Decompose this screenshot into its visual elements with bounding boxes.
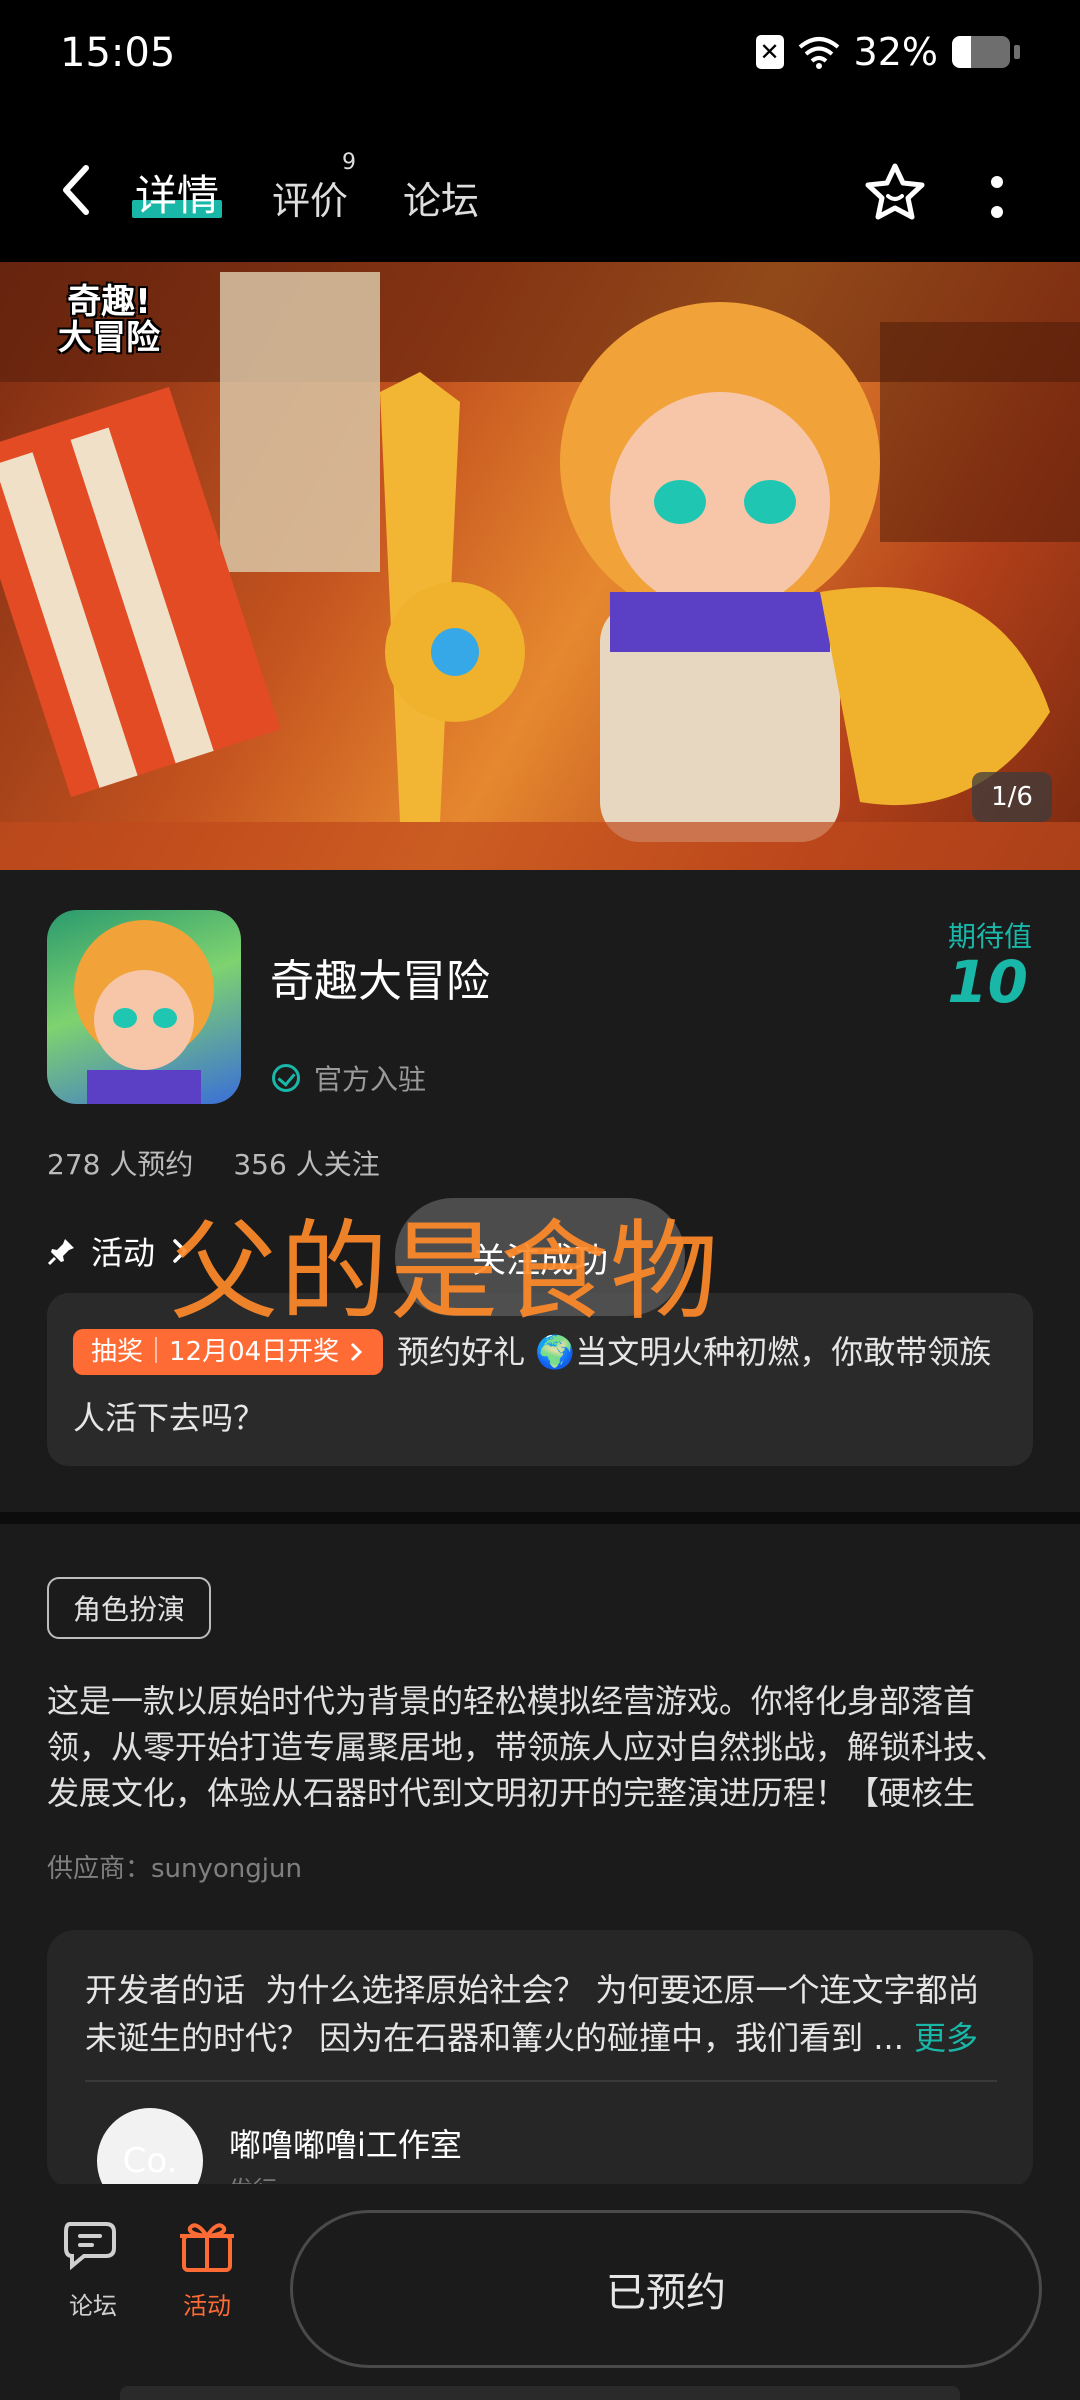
wifi-icon <box>798 37 839 69</box>
developer-card[interactable]: 开发者的话 为什么选择原始社会？ 为何要还原一个连文字都尚未诞生的时代？ 因为在… <box>47 1930 1033 2190</box>
battery-cap <box>1014 45 1020 59</box>
official-badge: 官方入驻 <box>272 1058 426 1098</box>
verified-check-icon <box>272 1064 300 1092</box>
bottom-nav-activity[interactable]: 活动 <box>172 2218 242 2321</box>
developer-name[interactable]: 嘟噜嘟噜i工作室 <box>229 2120 462 2166</box>
developer-divider <box>85 2080 997 2082</box>
tab-review[interactable]: 评价 <box>272 170 348 225</box>
banner-pager: 1/6 <box>972 772 1052 822</box>
game-logo: 奇趣!大冒险 <box>58 282 160 358</box>
game-icon-art <box>74 920 214 1104</box>
forum-label: 论坛 <box>69 2292 117 2320</box>
developer-avatar[interactable]: Co. <box>97 2108 203 2190</box>
sim-off-icon: ✕ <box>755 35 784 69</box>
bottom-nav-forum[interactable]: 论坛 <box>58 2218 128 2321</box>
tab-forum[interactable]: 论坛 <box>403 170 479 225</box>
activity-header-label: 活动 <box>91 1234 156 1272</box>
back-arrow-icon[interactable] <box>52 160 102 220</box>
forum-chat-icon <box>64 2222 116 2271</box>
overlay-caption: 父的是食物 <box>170 1210 721 1335</box>
battery-percent: 32% <box>853 30 938 74</box>
battery-icon <box>952 36 1010 68</box>
gift-icon <box>180 2223 234 2272</box>
review-count-badge: 9 <box>342 150 356 175</box>
tab-detail[interactable]: 详情 <box>135 162 219 223</box>
more-options-icon[interactable] <box>985 168 1009 228</box>
follower-count: 356 人关注 <box>233 1148 380 1181</box>
more-link[interactable]: 更多 <box>914 2019 978 2057</box>
developer-message: 开发者的话 为什么选择原始社会？ 为何要还原一个连文字都尚未诞生的时代？ 因为在… <box>85 1966 997 2062</box>
reserved-button[interactable]: 已预约 <box>290 2210 1042 2368</box>
game-stats: 278 人预约 356 人关注 <box>47 1143 380 1183</box>
section-divider <box>0 1512 1080 1524</box>
genre-tag[interactable]: 角色扮演 <box>47 1577 212 1639</box>
pin-icon <box>47 1239 74 1266</box>
supplier-info: 供应商：sunyongjun <box>47 1854 302 1884</box>
activity-label: 活动 <box>183 2292 231 2320</box>
developer-heading: 开发者的话 <box>85 1971 246 2009</box>
tag-chevron-icon <box>351 1342 363 1362</box>
favorite-star-icon[interactable] <box>862 160 928 226</box>
game-description[interactable]: 这是一款以原始时代为背景的轻松模拟经营游戏。你将化身部落首领，从零开始打造专属聚… <box>47 1678 1037 1816</box>
expect-value: 10 <box>947 948 1028 1016</box>
official-label: 官方入驻 <box>314 1063 427 1096</box>
game-title: 奇趣大冒险 <box>270 956 490 1007</box>
reservation-count: 278 人预约 <box>47 1148 194 1181</box>
status-icons: ✕ 32% <box>755 30 1020 74</box>
home-indicator-area <box>120 2386 960 2400</box>
game-banner[interactable]: 奇趣!大冒险 1/6 <box>0 262 1080 870</box>
game-app-icon <box>47 910 241 1104</box>
status-time: 15:05 <box>60 30 176 76</box>
